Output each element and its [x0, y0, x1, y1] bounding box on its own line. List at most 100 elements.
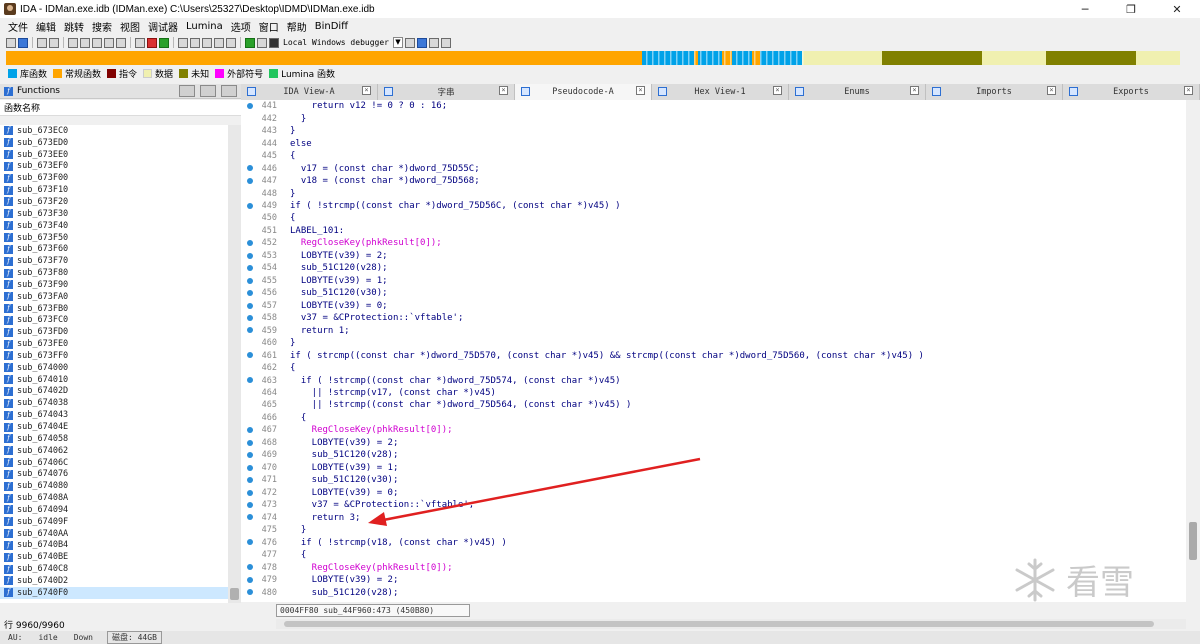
code-line[interactable]: 448} [241, 187, 1186, 199]
function-row[interactable]: f sub_673F10 [0, 184, 228, 196]
code-line[interactable]: 463 if ( !strcmp((const char *)dword_75D… [241, 374, 1186, 386]
function-row[interactable]: f sub_6740AA [0, 528, 228, 540]
code-line[interactable]: 460} [241, 337, 1186, 349]
tab-hex-view-1[interactable]: Hex View-1 × [652, 84, 789, 100]
breakpoint-dot-icon[interactable] [247, 352, 253, 359]
function-row[interactable]: f sub_674094 [0, 504, 228, 516]
breakpoint-dot-icon[interactable] [247, 502, 253, 508]
text-icon[interactable] [135, 37, 145, 48]
breakpoint-dot-icon[interactable] [247, 327, 253, 334]
menu-windows[interactable]: 窗口 [255, 19, 283, 34]
function-row[interactable]: f sub_67402D [0, 386, 228, 398]
flag-icon[interactable] [440, 37, 451, 48]
debug-options-icon[interactable] [404, 37, 415, 48]
code-line[interactable]: 461 if ( strcmp((const char *)dword_75D57… [241, 349, 1186, 361]
menu-edit[interactable]: 编辑 [32, 19, 60, 34]
function-row[interactable]: f sub_673F80 [0, 267, 228, 279]
restore-button[interactable]: ❐ [1108, 0, 1154, 18]
menu-lumina[interactable]: Lumina [182, 21, 227, 32]
breakpoint-dot-icon[interactable] [247, 477, 253, 484]
scrollbar-thumb[interactable] [284, 621, 1154, 627]
code-line[interactable]: 466 { [241, 412, 1186, 424]
code-line[interactable]: 475 } [241, 524, 1186, 536]
function-row[interactable]: f sub_673F30 [0, 208, 228, 220]
tab-imports[interactable]: Imports × [926, 84, 1063, 100]
breakpoint-dot-icon[interactable] [247, 564, 253, 571]
function-row[interactable]: f sub_673F00 [0, 172, 228, 184]
chevron-down-icon[interactable]: ▼ [392, 37, 403, 48]
function-row[interactable]: f sub_673F50 [0, 232, 228, 244]
code-line[interactable]: 452 RegCloseKey(phkResult[0]); [241, 237, 1186, 249]
breakpoint-dot-icon[interactable] [247, 439, 253, 446]
close-icon[interactable]: × [1047, 86, 1056, 95]
menu-help[interactable]: 帮助 [283, 19, 311, 34]
function-row[interactable]: f sub_674058 [0, 433, 228, 445]
code-line[interactable]: 471 sub_51C120(v30); [241, 474, 1186, 486]
breakpoint-dot-icon[interactable] [247, 277, 253, 284]
breakpoint-dot-icon[interactable] [247, 302, 253, 309]
code-line[interactable]: 450 { [241, 212, 1186, 224]
code-line[interactable]: 474 return 3; [241, 511, 1186, 523]
breakpoint-dot-icon[interactable] [247, 452, 253, 459]
checkbox-icon[interactable] [428, 37, 439, 48]
function-row[interactable]: f sub_673F70 [0, 255, 228, 267]
breakpoint-icon[interactable] [147, 37, 157, 48]
function-row[interactable]: f sub_674010 [0, 374, 228, 386]
data-icon[interactable] [80, 37, 90, 48]
function-row[interactable]: f sub_673F60 [0, 243, 228, 255]
code-line[interactable]: 445 { [241, 150, 1186, 162]
horizontal-scrollbar[interactable] [276, 619, 1186, 629]
breakpoint-dot-icon[interactable] [247, 240, 253, 247]
breakpoint-dot-icon[interactable] [247, 377, 253, 384]
code-line[interactable]: 441 return v12 != 0 ? 0 : 16; [241, 100, 1186, 112]
function-row[interactable]: f sub_674043 [0, 409, 228, 421]
breakpoint-dot-icon[interactable] [247, 314, 253, 321]
breakpoint-dot-icon[interactable] [247, 103, 253, 109]
stop-icon[interactable] [269, 37, 279, 48]
panel-minimize-icon[interactable] [179, 85, 195, 97]
function-row[interactable]: f sub_673FA0 [0, 291, 228, 303]
code-line[interactable]: 458 v37 = &CProtection::`vftable'; [241, 312, 1186, 324]
code-line[interactable]: 459 return 1; [241, 324, 1186, 336]
menu-file[interactable]: 文件 [4, 19, 32, 34]
flow-icon[interactable] [190, 37, 200, 48]
menu-options[interactable]: 选项 [227, 19, 255, 34]
function-row[interactable]: f sub_673EC0 [0, 125, 228, 137]
breakpoint-dot-icon[interactable] [247, 514, 253, 521]
function-row[interactable]: f sub_673FC0 [0, 315, 228, 327]
function-row[interactable]: f sub_673F90 [0, 279, 228, 291]
tab-strings[interactable]: 字串 × [378, 84, 515, 100]
run-icon[interactable] [159, 37, 169, 48]
function-row[interactable]: f sub_673ED0 [0, 137, 228, 149]
string-icon[interactable] [92, 37, 102, 48]
close-icon[interactable]: × [1184, 86, 1193, 95]
code-line[interactable]: 468 LOBYTE(v39) = 2; [241, 437, 1186, 449]
undefine-icon[interactable] [116, 37, 126, 48]
code-line[interactable]: 447 v18 = (const char *)dword_75D568; [241, 175, 1186, 187]
struct-icon[interactable] [104, 37, 114, 48]
function-row[interactable]: f sub_6740BE [0, 551, 228, 563]
menu-view[interactable]: 视图 [116, 19, 144, 34]
function-row[interactable]: f sub_674062 [0, 445, 228, 457]
function-row[interactable]: f sub_673FB0 [0, 303, 228, 315]
function-row[interactable]: f sub_6740D2 [0, 575, 228, 587]
close-icon[interactable]: × [773, 86, 782, 95]
panel-float-icon[interactable] [200, 85, 216, 97]
breakpoint-dot-icon[interactable] [247, 539, 253, 546]
tab-exports[interactable]: Exports × [1063, 84, 1200, 100]
function-row[interactable]: f sub_673FD0 [0, 326, 228, 338]
code-line[interactable]: 455 LOBYTE(v39) = 1; [241, 275, 1186, 287]
back-icon[interactable] [37, 37, 47, 48]
scrollbar-thumb[interactable] [230, 588, 239, 600]
code-line[interactable]: 470 LOBYTE(v39) = 1; [241, 462, 1186, 474]
function-row[interactable]: f sub_674038 [0, 397, 228, 409]
save-icon[interactable] [18, 37, 28, 48]
tab-pseudocode-a[interactable]: Pseudocode-A × [515, 84, 652, 100]
code-line[interactable]: 456 sub_51C120(v30); [241, 287, 1186, 299]
function-row[interactable]: f sub_673FF0 [0, 350, 228, 362]
cancel-icon[interactable] [226, 37, 236, 48]
attach-icon[interactable] [416, 37, 427, 48]
xref-icon[interactable] [202, 37, 212, 48]
code-line[interactable]: 457 LOBYTE(v39) = 0; [241, 300, 1186, 312]
breakpoint-dot-icon[interactable] [247, 464, 253, 471]
